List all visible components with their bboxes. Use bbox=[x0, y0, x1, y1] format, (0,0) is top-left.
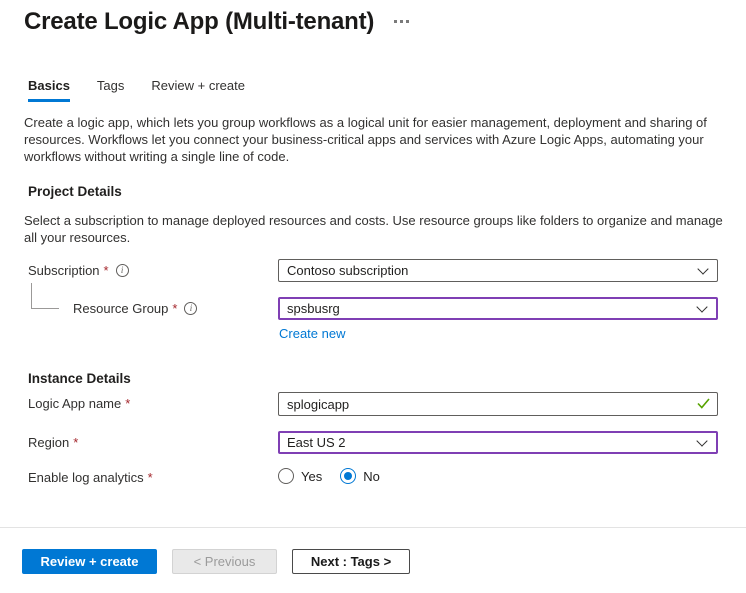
radio-no-circle[interactable] bbox=[340, 468, 356, 484]
next-tags-button[interactable]: Next : Tags > bbox=[292, 549, 410, 574]
instance-details-heading: Instance Details bbox=[28, 371, 131, 386]
subscription-row: Subscription * i Contoso subscription bbox=[0, 259, 746, 282]
resource-group-row: Resource Group * i spsbusrg bbox=[0, 297, 746, 320]
logic-app-name-input[interactable] bbox=[278, 392, 718, 416]
previous-button[interactable]: < Previous bbox=[172, 549, 277, 574]
valid-check-icon bbox=[697, 398, 710, 409]
resource-group-label: Resource Group * i bbox=[0, 297, 278, 316]
resource-group-value: spsbusrg bbox=[287, 301, 340, 316]
tab-basics[interactable]: Basics bbox=[28, 78, 70, 102]
radio-yes[interactable]: Yes bbox=[278, 468, 322, 484]
info-icon[interactable]: i bbox=[116, 264, 129, 277]
logic-app-name-label: Logic App name * bbox=[0, 392, 278, 411]
chevron-down-icon bbox=[696, 301, 707, 312]
project-details-description: Select a subscription to manage deployed… bbox=[24, 212, 726, 246]
log-analytics-radio-group: Yes No bbox=[278, 467, 718, 484]
chevron-down-icon bbox=[696, 435, 707, 446]
subscription-label: Subscription * i bbox=[0, 259, 278, 278]
required-asterisk: * bbox=[104, 263, 109, 278]
resource-group-dropdown[interactable]: spsbusrg bbox=[278, 297, 718, 320]
required-asterisk: * bbox=[73, 435, 78, 450]
required-asterisk: * bbox=[148, 470, 153, 485]
page-title: Create Logic App (Multi-tenant) bbox=[24, 8, 374, 36]
region-value: East US 2 bbox=[287, 435, 346, 450]
intro-text: Create a logic app, which lets you group… bbox=[24, 114, 724, 165]
tab-strip: Basics Tags Review + create bbox=[28, 78, 272, 102]
review-create-button[interactable]: Review + create bbox=[22, 549, 157, 574]
more-options-icon[interactable] bbox=[388, 12, 414, 30]
enable-log-analytics-label: Enable log analytics * bbox=[0, 467, 278, 485]
region-label: Region * bbox=[0, 431, 278, 450]
project-details-heading: Project Details bbox=[28, 184, 122, 199]
tab-review-create[interactable]: Review + create bbox=[151, 78, 245, 102]
create-logic-app-page: Create Logic App (Multi-tenant) Basics T… bbox=[0, 0, 746, 593]
subscription-dropdown[interactable]: Contoso subscription bbox=[278, 259, 718, 282]
footer-action-bar: Review + create < Previous Next : Tags > bbox=[0, 527, 746, 593]
required-asterisk: * bbox=[172, 301, 177, 316]
enable-log-analytics-row: Enable log analytics * Yes No bbox=[0, 467, 746, 485]
create-new-link[interactable]: Create new bbox=[279, 326, 345, 341]
region-dropdown[interactable]: East US 2 bbox=[278, 431, 718, 454]
subscription-value: Contoso subscription bbox=[287, 263, 408, 278]
tab-tags[interactable]: Tags bbox=[97, 78, 124, 102]
region-row: Region * East US 2 bbox=[0, 431, 746, 454]
radio-yes-circle[interactable] bbox=[278, 468, 294, 484]
required-asterisk: * bbox=[125, 396, 130, 411]
chevron-down-icon bbox=[697, 263, 708, 274]
info-icon[interactable]: i bbox=[184, 302, 197, 315]
logic-app-name-row: Logic App name * bbox=[0, 392, 746, 416]
radio-no[interactable]: No bbox=[340, 468, 380, 484]
